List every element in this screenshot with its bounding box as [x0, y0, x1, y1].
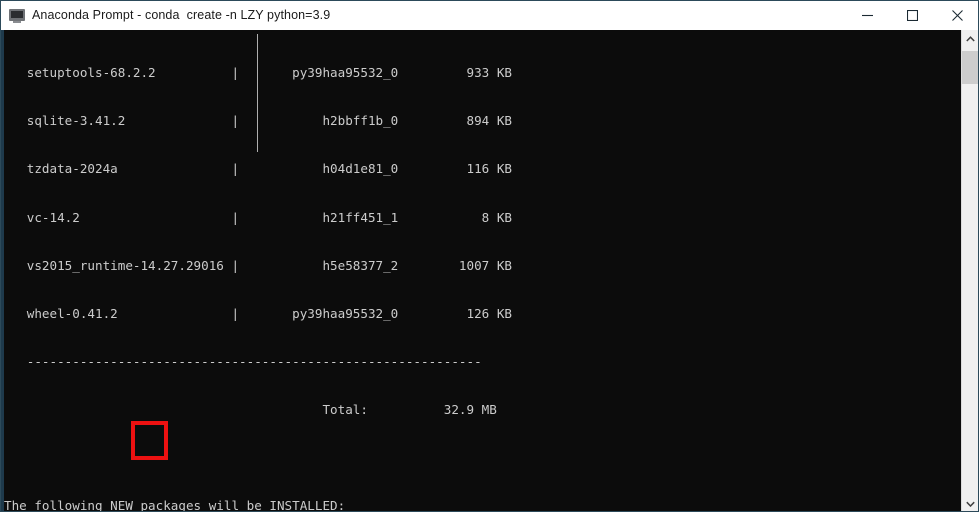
- maximize-button[interactable]: [890, 1, 935, 30]
- titlebar[interactable]: Anaconda Prompt - conda create -n LZY py…: [1, 1, 978, 30]
- minimize-button[interactable]: [845, 1, 890, 30]
- window-title: Anaconda Prompt - conda create -n LZY py…: [32, 7, 331, 22]
- vertical-scrollbar[interactable]: [961, 30, 978, 511]
- install-header-line: The following NEW packages will be INSTA…: [4, 498, 346, 512]
- download-table-separator: ----------------------------------------…: [4, 353, 482, 369]
- scrollbar-thumb[interactable]: [962, 51, 978, 84]
- scrollbar-track[interactable]: [962, 47, 978, 495]
- console-line: setuptools-68.2.2 | py39haa95532_0 933 K…: [4, 65, 512, 81]
- console-text: setuptools-68.2.2 | py39haa95532_0 933 K…: [4, 33, 963, 512]
- window-controls: [845, 1, 978, 30]
- chevron-down-icon[interactable]: [962, 495, 978, 511]
- console-line: vs2015_runtime-14.27.29016 | h5e58377_2 …: [4, 257, 512, 273]
- download-total-line: Total: 32.9 MB: [4, 402, 497, 418]
- close-button[interactable]: [935, 1, 978, 30]
- console-line: wheel-0.41.2 | py39haa95532_0 126 KB: [4, 305, 512, 321]
- console-line: tzdata-2024a | h04d1e81_0 116 KB: [4, 161, 512, 177]
- anaconda-prompt-window: Anaconda Prompt - conda create -n LZY py…: [0, 0, 979, 512]
- console-icon: [9, 7, 25, 23]
- console-line: sqlite-3.41.2 | h2bbff1b_0 894 KB: [4, 113, 512, 129]
- console-output-area[interactable]: setuptools-68.2.2 | py39haa95532_0 933 K…: [1, 30, 963, 512]
- chevron-up-icon[interactable]: [962, 30, 978, 47]
- console-line: vc-14.2 | h21ff451_1 8 KB: [4, 209, 512, 225]
